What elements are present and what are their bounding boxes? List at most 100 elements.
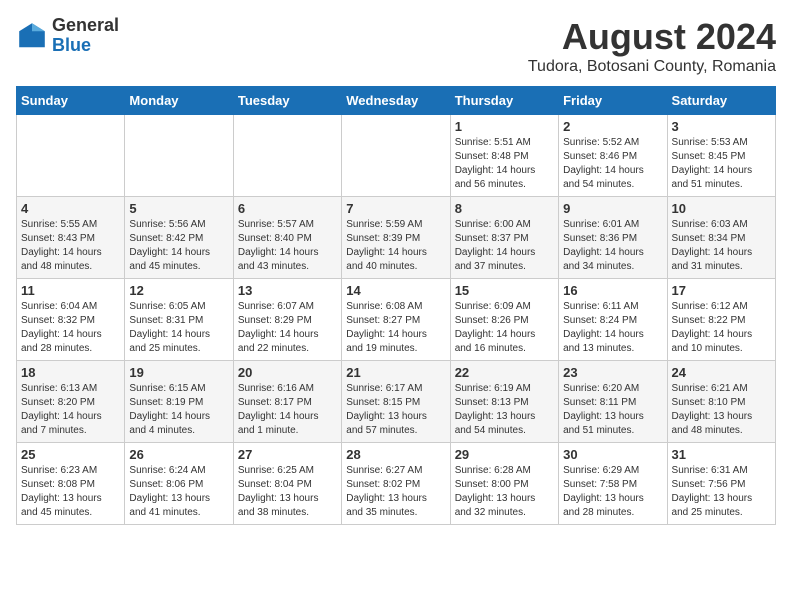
day-number: 2 xyxy=(563,119,662,134)
day-number: 8 xyxy=(455,201,554,216)
calendar-header-wednesday: Wednesday xyxy=(342,87,450,115)
day-number: 12 xyxy=(129,283,228,298)
calendar-cell: 26 Sunrise: 6:24 AM Sunset: 8:06 PM Dayli… xyxy=(125,443,233,525)
day-info: Sunrise: 6:12 AM Sunset: 8:22 PM Dayligh… xyxy=(672,300,771,356)
calendar-header-thursday: Thursday xyxy=(450,87,558,115)
day-number: 30 xyxy=(563,447,662,462)
calendar-cell: 8 Sunrise: 6:00 AM Sunset: 8:37 PM Daylig… xyxy=(450,197,558,279)
calendar-header-saturday: Saturday xyxy=(667,87,775,115)
day-info: Sunrise: 5:52 AM Sunset: 8:46 PM Dayligh… xyxy=(563,136,662,192)
calendar-cell: 23 Sunrise: 6:20 AM Sunset: 8:11 PM Dayli… xyxy=(559,361,667,443)
calendar-cell: 25 Sunrise: 6:23 AM Sunset: 8:08 PM Dayli… xyxy=(17,443,125,525)
day-info: Sunrise: 6:15 AM Sunset: 8:19 PM Dayligh… xyxy=(129,382,228,438)
day-number: 6 xyxy=(238,201,337,216)
day-info: Sunrise: 5:55 AM Sunset: 8:43 PM Dayligh… xyxy=(21,218,120,274)
calendar-week-row: 18 Sunrise: 6:13 AM Sunset: 8:20 PM Dayli… xyxy=(17,361,776,443)
day-number: 4 xyxy=(21,201,120,216)
calendar-cell: 9 Sunrise: 6:01 AM Sunset: 8:36 PM Daylig… xyxy=(559,197,667,279)
day-number: 7 xyxy=(346,201,445,216)
day-number: 9 xyxy=(563,201,662,216)
calendar-header-sunday: Sunday xyxy=(17,87,125,115)
calendar-cell: 30 Sunrise: 6:29 AM Sunset: 7:58 PM Dayli… xyxy=(559,443,667,525)
day-number: 16 xyxy=(563,283,662,298)
day-info: Sunrise: 6:13 AM Sunset: 8:20 PM Dayligh… xyxy=(21,382,120,438)
day-number: 17 xyxy=(672,283,771,298)
title-area: August 2024 Tudora, Botosani County, Rom… xyxy=(528,16,776,76)
calendar-cell: 1Sunrise: 5:51 AM Sunset: 8:48 PM Daylig… xyxy=(450,115,558,197)
day-info: Sunrise: 6:11 AM Sunset: 8:24 PM Dayligh… xyxy=(563,300,662,356)
day-number: 15 xyxy=(455,283,554,298)
day-info: Sunrise: 6:00 AM Sunset: 8:37 PM Dayligh… xyxy=(455,218,554,274)
calendar-cell: 28Sunrise: 6:27 AM Sunset: 8:02 PM Dayli… xyxy=(342,443,450,525)
calendar-cell xyxy=(125,115,233,197)
day-info: Sunrise: 6:07 AM Sunset: 8:29 PM Dayligh… xyxy=(238,300,337,356)
calendar-cell: 3 Sunrise: 5:53 AM Sunset: 8:45 PM Daylig… xyxy=(667,115,775,197)
calendar-header-row: SundayMondayTuesdayWednesdayThursdayFrid… xyxy=(17,87,776,115)
day-info: Sunrise: 6:04 AM Sunset: 8:32 PM Dayligh… xyxy=(21,300,120,356)
day-info: Sunrise: 6:09 AM Sunset: 8:26 PM Dayligh… xyxy=(455,300,554,356)
calendar-cell: 31Sunrise: 6:31 AM Sunset: 7:56 PM Dayli… xyxy=(667,443,775,525)
logo-icon xyxy=(16,20,48,52)
day-info: Sunrise: 5:53 AM Sunset: 8:45 PM Dayligh… xyxy=(672,136,771,192)
calendar-cell: 10 Sunrise: 6:03 AM Sunset: 8:34 PM Dayli… xyxy=(667,197,775,279)
day-info: Sunrise: 6:23 AM Sunset: 8:08 PM Dayligh… xyxy=(21,464,120,520)
day-number: 5 xyxy=(129,201,228,216)
day-number: 3 xyxy=(672,119,771,134)
day-number: 24 xyxy=(672,365,771,380)
day-info: Sunrise: 6:16 AM Sunset: 8:17 PM Dayligh… xyxy=(238,382,337,438)
day-info: Sunrise: 6:20 AM Sunset: 8:11 PM Dayligh… xyxy=(563,382,662,438)
day-info: Sunrise: 6:29 AM Sunset: 7:58 PM Dayligh… xyxy=(563,464,662,520)
calendar-cell: 27Sunrise: 6:25 AM Sunset: 8:04 PM Dayli… xyxy=(233,443,341,525)
day-number: 26 xyxy=(129,447,228,462)
day-number: 11 xyxy=(21,283,120,298)
calendar-cell: 13Sunrise: 6:07 AM Sunset: 8:29 PM Dayli… xyxy=(233,279,341,361)
day-info: Sunrise: 6:31 AM Sunset: 7:56 PM Dayligh… xyxy=(672,464,771,520)
calendar-week-row: 25 Sunrise: 6:23 AM Sunset: 8:08 PM Dayli… xyxy=(17,443,776,525)
calendar-cell: 16 Sunrise: 6:11 AM Sunset: 8:24 PM Dayli… xyxy=(559,279,667,361)
day-info: Sunrise: 6:19 AM Sunset: 8:13 PM Dayligh… xyxy=(455,382,554,438)
day-number: 29 xyxy=(455,447,554,462)
logo-text: General Blue xyxy=(52,16,119,56)
day-info: Sunrise: 5:59 AM Sunset: 8:39 PM Dayligh… xyxy=(346,218,445,274)
calendar-cell: 14Sunrise: 6:08 AM Sunset: 8:27 PM Dayli… xyxy=(342,279,450,361)
calendar-header-tuesday: Tuesday xyxy=(233,87,341,115)
calendar-table: SundayMondayTuesdayWednesdayThursdayFrid… xyxy=(16,86,776,525)
day-info: Sunrise: 5:51 AM Sunset: 8:48 PM Dayligh… xyxy=(455,136,554,192)
calendar-cell: 12 Sunrise: 6:05 AM Sunset: 8:31 PM Dayli… xyxy=(125,279,233,361)
calendar-week-row: 11 Sunrise: 6:04 AM Sunset: 8:32 PM Dayli… xyxy=(17,279,776,361)
day-number: 21 xyxy=(346,365,445,380)
header: General Blue August 2024 Tudora, Botosan… xyxy=(16,16,776,76)
day-info: Sunrise: 6:08 AM Sunset: 8:27 PM Dayligh… xyxy=(346,300,445,356)
location-text: Tudora, Botosani County, Romania xyxy=(528,58,776,76)
day-info: Sunrise: 5:56 AM Sunset: 8:42 PM Dayligh… xyxy=(129,218,228,274)
day-info: Sunrise: 6:25 AM Sunset: 8:04 PM Dayligh… xyxy=(238,464,337,520)
day-info: Sunrise: 6:05 AM Sunset: 8:31 PM Dayligh… xyxy=(129,300,228,356)
day-number: 20 xyxy=(238,365,337,380)
calendar-cell xyxy=(17,115,125,197)
calendar-cell: 4 Sunrise: 5:55 AM Sunset: 8:43 PM Daylig… xyxy=(17,197,125,279)
day-info: Sunrise: 6:24 AM Sunset: 8:06 PM Dayligh… xyxy=(129,464,228,520)
calendar-cell: 6 Sunrise: 5:57 AM Sunset: 8:40 PM Daylig… xyxy=(233,197,341,279)
calendar-cell: 21 Sunrise: 6:17 AM Sunset: 8:15 PM Dayli… xyxy=(342,361,450,443)
day-number: 10 xyxy=(672,201,771,216)
calendar-header-monday: Monday xyxy=(125,87,233,115)
day-info: Sunrise: 6:01 AM Sunset: 8:36 PM Dayligh… xyxy=(563,218,662,274)
day-number: 23 xyxy=(563,365,662,380)
calendar-cell: 11 Sunrise: 6:04 AM Sunset: 8:32 PM Dayli… xyxy=(17,279,125,361)
day-info: Sunrise: 6:21 AM Sunset: 8:10 PM Dayligh… xyxy=(672,382,771,438)
calendar-cell: 2 Sunrise: 5:52 AM Sunset: 8:46 PM Daylig… xyxy=(559,115,667,197)
day-info: Sunrise: 6:27 AM Sunset: 8:02 PM Dayligh… xyxy=(346,464,445,520)
day-info: Sunrise: 6:03 AM Sunset: 8:34 PM Dayligh… xyxy=(672,218,771,274)
day-number: 25 xyxy=(21,447,120,462)
logo-general-text: General xyxy=(52,16,119,36)
calendar-cell: 20 Sunrise: 6:16 AM Sunset: 8:17 PM Dayli… xyxy=(233,361,341,443)
day-info: Sunrise: 6:17 AM Sunset: 8:15 PM Dayligh… xyxy=(346,382,445,438)
day-number: 18 xyxy=(21,365,120,380)
calendar-cell: 19Sunrise: 6:15 AM Sunset: 8:19 PM Dayli… xyxy=(125,361,233,443)
day-info: Sunrise: 5:57 AM Sunset: 8:40 PM Dayligh… xyxy=(238,218,337,274)
logo-blue-text: Blue xyxy=(52,36,119,56)
calendar-header-friday: Friday xyxy=(559,87,667,115)
calendar-cell: 17 Sunrise: 6:12 AM Sunset: 8:22 PM Dayli… xyxy=(667,279,775,361)
logo: General Blue xyxy=(16,16,119,56)
calendar-cell xyxy=(233,115,341,197)
